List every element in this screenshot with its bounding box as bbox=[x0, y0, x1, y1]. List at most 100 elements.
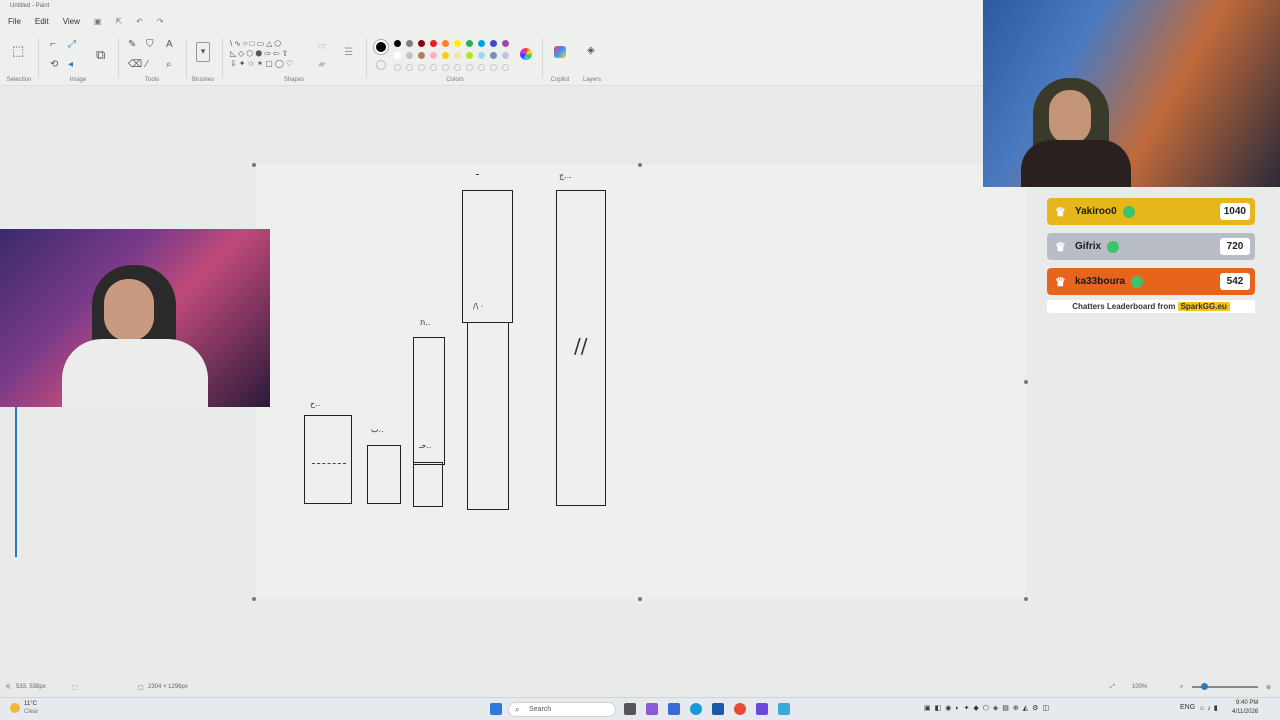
color-swatch[interactable] bbox=[430, 52, 437, 59]
shape-size-icon[interactable]: ☰ bbox=[344, 48, 353, 58]
zoom-level[interactable]: 100% bbox=[1132, 684, 1147, 690]
paint-icon[interactable] bbox=[778, 703, 790, 715]
menu-file[interactable]: File bbox=[8, 17, 21, 26]
color-swatch[interactable] bbox=[502, 52, 509, 59]
menu-view[interactable]: View bbox=[63, 17, 80, 26]
custom-color-slot[interactable] bbox=[394, 64, 401, 71]
redo-icon[interactable]: ↷ bbox=[157, 17, 164, 26]
color-swatch[interactable] bbox=[418, 52, 425, 59]
custom-color-slot[interactable] bbox=[430, 64, 437, 71]
share-icon[interactable]: ⇱ bbox=[115, 17, 122, 26]
input-language[interactable]: ENG bbox=[1180, 704, 1195, 711]
color-swatch[interactable] bbox=[454, 52, 461, 59]
drawn-mark: ـ bbox=[476, 168, 479, 177]
color-swatch[interactable] bbox=[406, 52, 413, 59]
custom-color-slot[interactable] bbox=[406, 64, 413, 71]
search-placeholder: Search bbox=[529, 706, 552, 713]
color-swatch[interactable] bbox=[442, 52, 449, 59]
color-swatch[interactable] bbox=[394, 52, 401, 59]
layers-icon[interactable]: ◈ bbox=[587, 46, 595, 56]
canvas-size: 2304 × 1296px bbox=[148, 684, 188, 690]
fill-shape-icon[interactable]: ▰ bbox=[318, 60, 326, 70]
color-swatch[interactable] bbox=[466, 40, 473, 47]
drawing-canvas[interactable] bbox=[256, 165, 1026, 599]
eraser-icon[interactable]: ⌫ bbox=[128, 60, 142, 70]
color-swatch[interactable] bbox=[490, 40, 497, 47]
clock-time[interactable]: 9:40 PM bbox=[1236, 700, 1258, 706]
resize-icon[interactable]: ⤢ bbox=[68, 40, 76, 50]
store-icon[interactable] bbox=[712, 703, 724, 715]
system-tray-icons[interactable]: ▣◧◉◐✦◆⬡◈▤⊕◭⚙◫ bbox=[924, 704, 1053, 712]
leaderboard-brand: SparkGG.eu bbox=[1177, 302, 1230, 311]
taskbar-search[interactable]: ⌕ Search bbox=[508, 702, 616, 717]
color-swatch[interactable] bbox=[502, 40, 509, 47]
brush-icon[interactable]: ▾ bbox=[196, 42, 210, 62]
zoom-out-icon[interactable]: ⌕ bbox=[1180, 684, 1183, 691]
save-icon[interactable]: ▣ bbox=[94, 17, 102, 26]
selection-icon[interactable]: ⬚ bbox=[12, 44, 24, 57]
menu-edit[interactable]: Edit bbox=[35, 17, 49, 26]
edge-icon[interactable] bbox=[690, 703, 702, 715]
color-swatch[interactable] bbox=[454, 40, 461, 47]
shapes-row-3[interactable]: ⇩✦☆✶▢◯♡ bbox=[230, 60, 295, 68]
custom-color-slot[interactable] bbox=[502, 64, 509, 71]
secondary-color-swatch[interactable] bbox=[376, 60, 386, 70]
clock-date[interactable]: 4/11/2026 bbox=[1232, 709, 1258, 715]
color-swatch[interactable] bbox=[394, 40, 401, 47]
selection-group: ⬚ Selection bbox=[4, 34, 34, 86]
resize-handle[interactable] bbox=[252, 597, 256, 601]
copilot-group: Copilot bbox=[546, 34, 574, 86]
active-color-swatch[interactable] bbox=[374, 40, 388, 54]
rotate-icon[interactable]: ⟲ bbox=[50, 60, 58, 70]
zoom-slider-thumb[interactable] bbox=[1201, 683, 1208, 690]
fill-icon[interactable]: ⛉ bbox=[146, 40, 154, 50]
shapes-row-1[interactable]: \∿○□▭△⬠ bbox=[230, 40, 283, 48]
shapes-row-2[interactable]: ◺◇⬡⬢⇨⇦⇧ bbox=[230, 50, 290, 58]
network-volume-icons[interactable]: ⌂♪▮ bbox=[1200, 704, 1221, 712]
image-options-icon[interactable]: ⧉ bbox=[96, 48, 105, 61]
color-swatch[interactable] bbox=[442, 40, 449, 47]
custom-color-slot[interactable] bbox=[442, 64, 449, 71]
copilot-icon[interactable] bbox=[554, 46, 566, 58]
app-icon[interactable] bbox=[756, 703, 768, 715]
custom-color-slot[interactable] bbox=[490, 64, 497, 71]
custom-color-slot[interactable] bbox=[466, 64, 473, 71]
outline-icon[interactable]: ▱ bbox=[318, 42, 326, 52]
fit-to-window-icon[interactable]: ⤢ bbox=[1110, 684, 1115, 691]
color-swatch[interactable] bbox=[430, 40, 437, 47]
flip-icon[interactable]: ◂ bbox=[68, 60, 73, 70]
custom-color-slot[interactable] bbox=[478, 64, 485, 71]
resize-handle[interactable] bbox=[638, 163, 642, 167]
color-swatch[interactable] bbox=[478, 52, 485, 59]
text-icon[interactable]: A bbox=[166, 40, 173, 50]
status-bar: ⇱ 533, 538px ⬚ ▢ 2304 × 1296px ⤢ 100% ⌕ … bbox=[0, 680, 1280, 694]
pencil-icon[interactable]: ✎ bbox=[128, 40, 136, 50]
color-picker-icon[interactable]: ⁄ bbox=[146, 60, 148, 70]
task-view-icon[interactable] bbox=[624, 703, 636, 715]
resize-handle[interactable] bbox=[1024, 380, 1028, 384]
edit-colors-icon[interactable] bbox=[520, 48, 532, 60]
start-icon[interactable] bbox=[490, 703, 502, 715]
crop-icon[interactable]: ⌐ bbox=[50, 40, 56, 50]
color-swatch[interactable] bbox=[478, 40, 485, 47]
color-swatch[interactable] bbox=[466, 52, 473, 59]
resize-handle[interactable] bbox=[638, 597, 642, 601]
magnifier-icon[interactable]: ⌕ bbox=[166, 60, 172, 70]
color-swatch[interactable] bbox=[406, 40, 413, 47]
weather-icon[interactable] bbox=[10, 703, 20, 713]
chrome-icon[interactable] bbox=[734, 703, 746, 715]
app-icon[interactable] bbox=[668, 703, 680, 715]
resize-handle[interactable] bbox=[252, 163, 256, 167]
color-swatch[interactable] bbox=[418, 40, 425, 47]
custom-color-slot[interactable] bbox=[454, 64, 461, 71]
drawn-mark: ح.. bbox=[310, 399, 321, 408]
weather-desc: Clear bbox=[24, 709, 39, 715]
color-swatch[interactable] bbox=[490, 52, 497, 59]
shirt-shape bbox=[1021, 140, 1131, 187]
undo-icon[interactable]: ↶ bbox=[136, 17, 143, 26]
webcam-overlay bbox=[0, 229, 270, 407]
zoom-in-icon[interactable]: ⊕ bbox=[1266, 684, 1271, 691]
custom-color-slot[interactable] bbox=[418, 64, 425, 71]
app-icon[interactable] bbox=[646, 703, 658, 715]
resize-handle[interactable] bbox=[1024, 597, 1028, 601]
